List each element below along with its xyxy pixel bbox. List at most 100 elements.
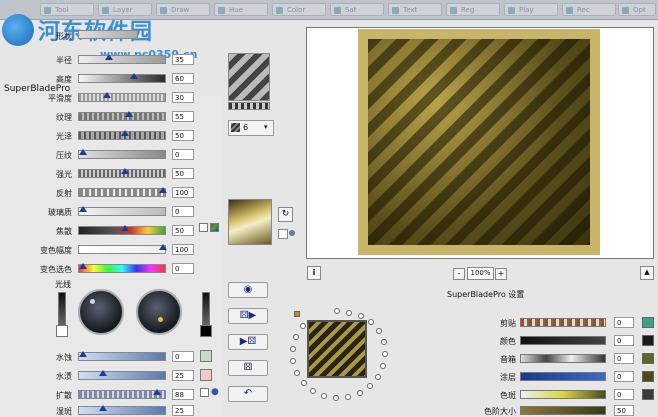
height-slider[interactable]: [78, 73, 166, 83]
slider-thumb[interactable]: [130, 73, 138, 79]
ring-dot[interactable]: [294, 370, 300, 376]
grade-size-slider[interactable]: [520, 406, 606, 415]
clip-slider[interactable]: [520, 318, 606, 327]
ring-dot[interactable]: [380, 363, 386, 369]
tab-9[interactable]: Rec: [562, 3, 616, 16]
sound-value[interactable]: 0: [614, 353, 634, 364]
ring-dot[interactable]: [301, 380, 307, 386]
water-erosion-color[interactable]: [200, 350, 212, 362]
zoom-out-button[interactable]: -: [453, 268, 465, 280]
slider-thumb[interactable]: [153, 389, 161, 395]
random-play-button[interactable]: ⚄▶: [228, 308, 268, 324]
caustics-color-icon[interactable]: [210, 223, 219, 232]
light-elevation-knob[interactable]: [136, 289, 182, 335]
ring-dot[interactable]: [290, 346, 296, 352]
tab-2[interactable]: Draw: [156, 3, 210, 16]
record-button[interactable]: ◉: [228, 282, 268, 298]
water-stain-color[interactable]: [200, 369, 212, 381]
emboss-value[interactable]: 0: [172, 149, 194, 160]
material-checkbox[interactable]: [278, 229, 288, 239]
caustics-slider[interactable]: [78, 225, 166, 235]
ring-dot[interactable]: [293, 334, 299, 340]
color-shift-slider[interactable]: [78, 244, 167, 254]
ring-dot[interactable]: [382, 351, 388, 357]
slider-thumb[interactable]: [159, 187, 167, 193]
material-preview[interactable]: [228, 199, 272, 245]
undo-button[interactable]: ↶: [228, 386, 268, 402]
diffusion-checkbox[interactable]: [200, 388, 209, 397]
caustics-value[interactable]: 50: [172, 225, 194, 236]
slider-thumb[interactable]: [159, 244, 167, 250]
radius-slider[interactable]: [78, 54, 166, 64]
ring-dot[interactable]: [357, 390, 363, 396]
water-erosion-value[interactable]: 0: [172, 351, 194, 362]
light2-intensity-bar[interactable]: [202, 292, 210, 326]
ring-dot[interactable]: [333, 395, 339, 401]
ring-dot[interactable]: [367, 383, 373, 389]
wet-spot-slider[interactable]: [78, 405, 166, 415]
ring-dot[interactable]: [346, 310, 352, 316]
radius-value[interactable]: 35: [172, 54, 194, 65]
tab-3[interactable]: Hue: [214, 3, 268, 16]
ring-dot[interactable]: [375, 374, 381, 380]
color-swatch[interactable]: [642, 335, 654, 346]
color-slider[interactable]: [520, 336, 606, 345]
water-stain-value[interactable]: 25: [172, 370, 194, 381]
slider-thumb[interactable]: [79, 149, 87, 155]
height-value[interactable]: 60: [172, 73, 194, 84]
water-erosion-slider[interactable]: [78, 351, 166, 361]
slider-thumb[interactable]: [121, 168, 129, 174]
sound-slider[interactable]: [520, 354, 606, 363]
ring-dot[interactable]: [290, 358, 296, 364]
tab-10[interactable]: Opt: [618, 3, 656, 16]
ring-dot[interactable]: [310, 388, 316, 394]
slider-thumb[interactable]: [121, 130, 129, 136]
slider-thumb[interactable]: [105, 54, 113, 60]
zoom-value[interactable]: 100%: [467, 267, 494, 280]
slider-thumb[interactable]: [79, 263, 87, 269]
texture-slider[interactable]: [78, 111, 166, 121]
color-value[interactable]: 0: [614, 335, 634, 346]
shape-select[interactable]: [78, 30, 138, 39]
dice-button[interactable]: ⚄: [228, 360, 268, 376]
ring-dot[interactable]: [300, 323, 306, 329]
grade-size-value[interactable]: 50: [614, 405, 634, 416]
water-stain-slider[interactable]: [78, 370, 166, 380]
reflection-slider[interactable]: [78, 187, 167, 197]
diffusion-slider[interactable]: [78, 389, 166, 399]
wet-spot-value[interactable]: 25: [172, 405, 194, 416]
glassiness-slider[interactable]: [78, 206, 166, 216]
clip-color[interactable]: [642, 317, 654, 328]
light-color-swatch[interactable]: [56, 325, 68, 337]
ring-dot[interactable]: [334, 308, 340, 314]
tab-5[interactable]: Sat: [330, 3, 384, 16]
slider-thumb[interactable]: [125, 111, 133, 117]
diffusion-value[interactable]: 88: [172, 389, 194, 400]
slider-thumb[interactable]: [121, 225, 129, 231]
collapse-icon[interactable]: ▲: [640, 266, 654, 280]
ring-dot[interactable]: [358, 313, 364, 319]
sound-color[interactable]: [642, 353, 654, 364]
light-direction-knob[interactable]: [78, 289, 124, 335]
hue-select-value[interactable]: 0: [172, 263, 194, 274]
smoothness-slider[interactable]: [78, 92, 166, 102]
clip-value[interactable]: 0: [614, 317, 634, 328]
highlight-value[interactable]: 50: [172, 168, 194, 179]
slider-thumb[interactable]: [79, 206, 87, 212]
reflection-value[interactable]: 100: [172, 187, 194, 198]
ring-dot[interactable]: [376, 328, 382, 334]
play-random-button[interactable]: ▶⚄: [228, 334, 268, 350]
tab-8[interactable]: Play: [504, 3, 558, 16]
gloss-value[interactable]: 50: [172, 130, 194, 141]
stain-color[interactable]: [642, 389, 654, 400]
emboss-slider[interactable]: [78, 149, 166, 159]
texture-value[interactable]: 55: [172, 111, 194, 122]
smoothness-value[interactable]: 30: [172, 92, 194, 103]
ring-dot[interactable]: [321, 393, 327, 399]
ring-handle[interactable]: [294, 311, 300, 317]
tab-7[interactable]: Reg: [446, 3, 500, 16]
color-shift-value[interactable]: 100: [172, 244, 194, 255]
highlight-slider[interactable]: [78, 168, 166, 178]
zoom-in-button[interactable]: +: [495, 268, 507, 280]
glassiness-value[interactable]: 0: [172, 206, 194, 217]
